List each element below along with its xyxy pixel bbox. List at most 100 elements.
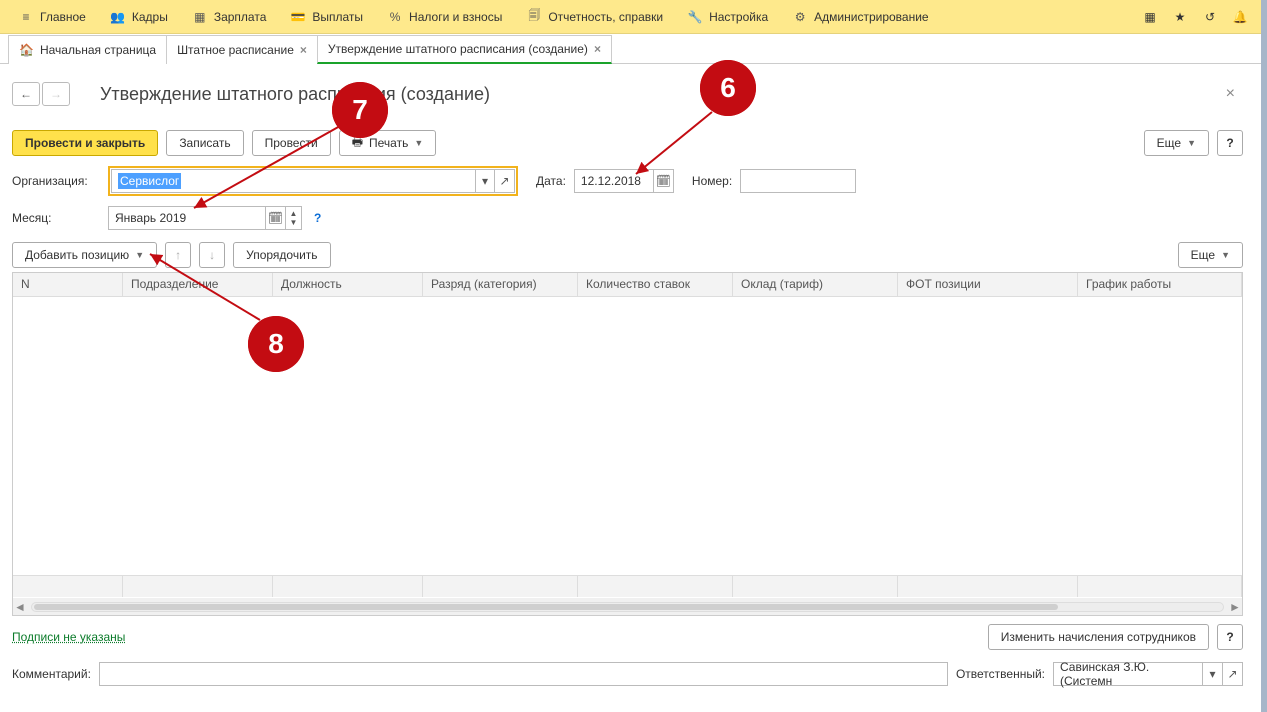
month-stepper[interactable]: ▲▼	[286, 206, 302, 230]
org-field-group: Сервислог ▾ ↗	[108, 166, 518, 196]
grid-icon: ▦	[192, 9, 208, 25]
move-down-button[interactable]: ↓	[199, 242, 225, 268]
date-input[interactable]: 12.12.2018	[574, 169, 654, 193]
more-button[interactable]: Еще ▼	[1144, 130, 1209, 156]
responsible-input[interactable]: Савинская З.Ю. (Системн	[1053, 662, 1203, 686]
tab-approve-staffing[interactable]: Утверждение штатного расписания (создани…	[317, 35, 612, 64]
tab-label: Штатное расписание	[177, 43, 294, 57]
tab-home[interactable]: 🏠 Начальная страница	[8, 35, 167, 64]
menu-label: Кадры	[132, 10, 168, 24]
close-icon[interactable]: ×	[594, 42, 601, 56]
org-label: Организация:	[12, 174, 100, 188]
menu-item-admin[interactable]: ⚙ Администрирование	[780, 0, 940, 34]
col-position[interactable]: Должность	[273, 273, 423, 296]
menu-label: Отчетность, справки	[548, 10, 663, 24]
menu-label: Настройка	[709, 10, 768, 24]
page-content: ← → Утверждение штатного расписания (соз…	[0, 64, 1255, 712]
nav-back-button[interactable]: ←	[12, 82, 40, 106]
scroll-right-icon[interactable]: ►	[1228, 600, 1242, 614]
table-more-button[interactable]: Еще ▼	[1178, 242, 1243, 268]
responsible-dropdown-icon[interactable]: ▾	[1203, 662, 1223, 686]
scroll-left-icon[interactable]: ◄	[13, 600, 27, 614]
calendar-icon[interactable]: 🗓	[654, 169, 674, 193]
change-accruals-button[interactable]: Изменить начисления сотрудников	[988, 624, 1209, 650]
menu-label: Выплаты	[312, 10, 363, 24]
date-value: 12.12.2018	[581, 174, 641, 188]
number-label: Номер:	[692, 174, 732, 188]
org-open-icon[interactable]: ↗	[495, 169, 515, 193]
nav-forward-button[interactable]: →	[42, 82, 70, 106]
positions-grid[interactable]: N Подразделение Должность Разряд (катего…	[12, 272, 1243, 616]
tab-label: Начальная страница	[40, 43, 156, 57]
write-button[interactable]: Записать	[166, 130, 243, 156]
annotation-8: 8	[248, 316, 304, 372]
post-button[interactable]: Провести	[252, 130, 331, 156]
help-button[interactable]: ?	[1217, 624, 1243, 650]
col-grade[interactable]: Разряд (категория)	[423, 273, 578, 296]
btn-label: Упорядочить	[246, 248, 317, 262]
calendar-icon[interactable]: 🗓	[266, 206, 286, 230]
menu-item-hr[interactable]: 👥Кадры	[98, 0, 180, 34]
col-fot[interactable]: ФОТ позиции	[898, 273, 1078, 296]
btn-label: Провести	[265, 136, 318, 150]
responsible-open-icon[interactable]: ↗	[1223, 662, 1243, 686]
comment-label: Комментарий:	[12, 667, 91, 681]
history-icon[interactable]: ↺	[1195, 0, 1225, 34]
table-toolbar: Добавить позицию▼ ↑ ↓ Упорядочить Еще ▼	[12, 242, 1243, 268]
add-position-button[interactable]: Добавить позицию▼	[12, 242, 157, 268]
main-menu: ≡Главное 👥Кадры ▦Зарплата 💳 Выплаты %Нало…	[0, 0, 1261, 34]
menu-item-reports[interactable]: 🗐Отчетность, справки	[514, 0, 675, 34]
move-up-button[interactable]: ↑	[165, 242, 191, 268]
menu-item-taxes[interactable]: %Налоги и взносы	[375, 0, 514, 34]
col-rates[interactable]: Количество ставок	[578, 273, 733, 296]
annotation-7: 7	[332, 82, 388, 138]
action-toolbar: Провести и закрыть Записать Провести 🖶Пе…	[12, 130, 1243, 156]
chevron-down-icon: ▼	[1221, 250, 1230, 260]
gear-icon: ⚙	[792, 9, 808, 25]
close-icon[interactable]: ×	[300, 43, 307, 57]
help-button[interactable]: ?	[1217, 130, 1243, 156]
annotation-6: 6	[700, 60, 756, 116]
chevron-down-icon: ▼	[1187, 138, 1196, 148]
menu-label: Налоги и взносы	[409, 10, 502, 24]
grid-footer	[13, 575, 1242, 597]
responsible-label: Ответственный:	[956, 667, 1045, 681]
btn-label: Еще	[1157, 136, 1181, 150]
month-label: Месяц:	[12, 211, 100, 225]
menu-item-main[interactable]: ≡Главное	[6, 0, 98, 34]
btn-label: Записать	[179, 136, 230, 150]
post-and-close-button[interactable]: Провести и закрыть	[12, 130, 158, 156]
responsible-value: Савинская З.Ю. (Системн	[1060, 660, 1196, 688]
month-help-link[interactable]: ?	[310, 211, 325, 225]
page-title: Утверждение штатного расписания (создани…	[100, 84, 490, 105]
col-schedule[interactable]: График работы	[1078, 273, 1242, 296]
apps-icon[interactable]: ▦	[1135, 0, 1165, 34]
date-label: Дата:	[536, 174, 566, 188]
month-input[interactable]: Январь 2019	[108, 206, 266, 230]
tab-staffing[interactable]: Штатное расписание ×	[166, 35, 318, 64]
home-icon: 🏠	[19, 43, 34, 57]
comment-input[interactable]	[99, 662, 948, 686]
bell-icon[interactable]: 🔔	[1225, 0, 1255, 34]
signatures-link[interactable]: Подписи не указаны	[12, 630, 125, 644]
org-input[interactable]: Сервислог	[111, 169, 475, 193]
menu-icon: ≡	[18, 9, 34, 25]
menu-item-payments[interactable]: 💳 Выплаты	[278, 0, 375, 34]
star-icon[interactable]: ★	[1165, 0, 1195, 34]
btn-label: Еще	[1191, 248, 1215, 262]
tab-label: Утверждение штатного расписания (создани…	[328, 42, 588, 56]
org-dropdown-icon[interactable]: ▾	[475, 169, 495, 193]
number-input[interactable]	[740, 169, 856, 193]
col-salary[interactable]: Оклад (тариф)	[733, 273, 898, 296]
close-page-icon[interactable]: ×	[1218, 81, 1243, 107]
menu-item-settings[interactable]: 🔧Настройка	[675, 0, 780, 34]
order-button[interactable]: Упорядочить	[233, 242, 330, 268]
menu-label: Администрирование	[814, 10, 928, 24]
horizontal-scrollbar[interactable]: ◄ ►	[13, 598, 1242, 615]
col-n[interactable]: N	[13, 273, 123, 296]
card-icon: 💳	[290, 9, 306, 25]
col-dept[interactable]: Подразделение	[123, 273, 273, 296]
menu-item-salary[interactable]: ▦Зарплата	[180, 0, 279, 34]
month-value: Январь 2019	[115, 211, 186, 225]
grid-body[interactable]	[13, 297, 1242, 593]
